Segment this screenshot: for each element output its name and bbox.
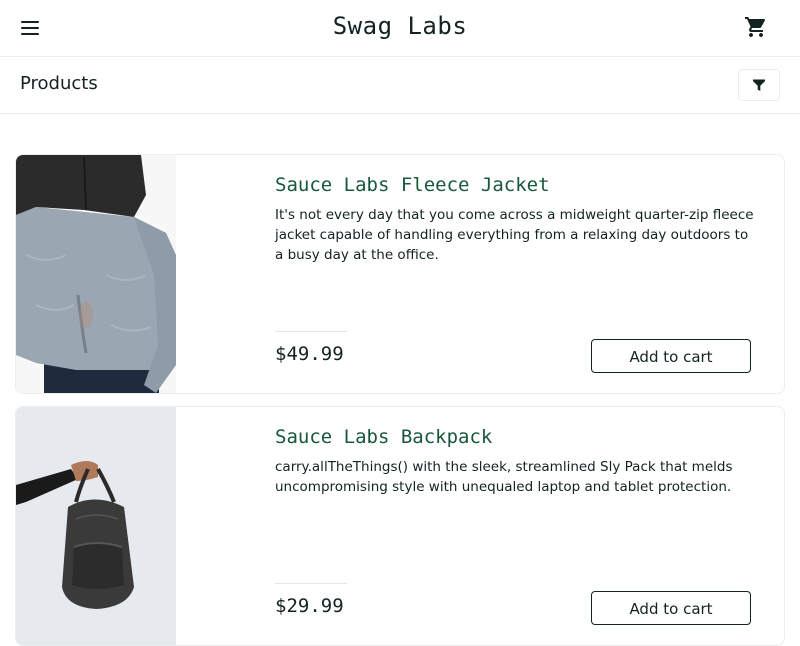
add-to-cart-button[interactable]: Add to cart: [591, 591, 751, 625]
product-image-backpack[interactable]: [16, 407, 176, 645]
price-divider: [275, 583, 347, 584]
page-title: Products: [20, 73, 98, 94]
price-divider: [275, 331, 347, 332]
secondary-header: Products: [0, 57, 800, 114]
sort-filter-button[interactable]: [738, 69, 780, 101]
add-to-cart-button[interactable]: Add to cart: [591, 339, 751, 373]
product-price: $29.99: [275, 595, 344, 617]
product-description: carry.allTheThings() with the sleek, str…: [275, 459, 733, 495]
product-name[interactable]: Sauce Labs Backpack: [275, 426, 492, 448]
product-name[interactable]: Sauce Labs Fleece Jacket: [275, 174, 550, 196]
inventory-item: Sauce Labs Fleece Jacket It's not every …: [15, 154, 785, 394]
inventory-item: Sauce Labs Backpack carry.allTheThings()…: [15, 406, 785, 646]
product-image-fleece-jacket[interactable]: [16, 155, 176, 393]
filter-funnel-icon: [753, 79, 765, 91]
product-description: It's not every day that you come across …: [275, 207, 754, 263]
app-logo: Swag Labs: [332, 12, 468, 40]
product-price: $49.99: [275, 343, 344, 365]
shopping-cart-icon[interactable]: [744, 15, 768, 39]
primary-header: Swag Labs: [0, 0, 800, 57]
